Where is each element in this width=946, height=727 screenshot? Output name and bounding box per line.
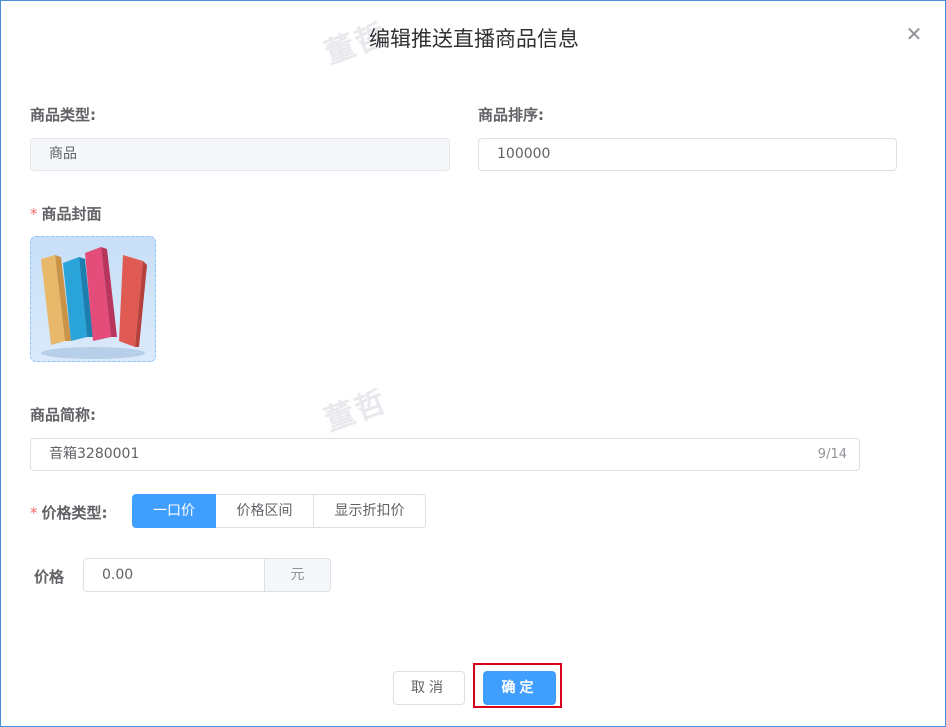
cover-label-text: 商品封面: [41, 205, 102, 223]
confirm-button[interactable]: 确定: [483, 671, 556, 705]
edit-product-dialog: 董哲 董哲 编辑推送直播商品信息 ✕ 商品类型: 商品 商品排序: 100000…: [0, 0, 946, 727]
price-type-discount[interactable]: 显示折扣价: [314, 494, 426, 528]
cancel-button[interactable]: 取消: [393, 671, 465, 705]
product-cover-label: * 商品封面: [30, 203, 102, 224]
short-name-value: 音箱3280001: [49, 446, 140, 462]
price-type-radio-group: 一口价 价格区间 显示折扣价: [132, 494, 426, 528]
price-type-range[interactable]: 价格区间: [216, 494, 314, 528]
price-type-label-text: 价格类型:: [41, 504, 108, 522]
required-asterisk: *: [30, 504, 38, 522]
price-input[interactable]: 0.00: [83, 558, 265, 592]
dialog-title: 编辑推送直播商品信息: [369, 27, 579, 51]
product-sort-input[interactable]: 100000: [478, 138, 897, 171]
product-sort-label: 商品排序:: [478, 106, 544, 124]
required-asterisk: *: [30, 205, 38, 223]
char-counter: 9/14: [817, 447, 847, 462]
price-input-group: 0.00 元: [83, 558, 331, 592]
price-unit: 元: [265, 558, 331, 592]
price-type-label: * 价格类型:: [30, 502, 108, 523]
price-type-fixed[interactable]: 一口价: [132, 494, 216, 528]
product-type-field: 商品: [30, 138, 450, 171]
speaker-product-image: [31, 237, 155, 361]
short-name-input[interactable]: 音箱3280001 9/14: [30, 438, 860, 471]
close-icon[interactable]: ✕: [905, 24, 923, 44]
product-type-label: 商品类型:: [30, 106, 96, 124]
product-cover-upload[interactable]: [30, 236, 156, 362]
watermark: 董哲: [320, 383, 393, 439]
short-name-label: 商品简称:: [30, 406, 96, 424]
price-label: 价格: [34, 568, 65, 586]
